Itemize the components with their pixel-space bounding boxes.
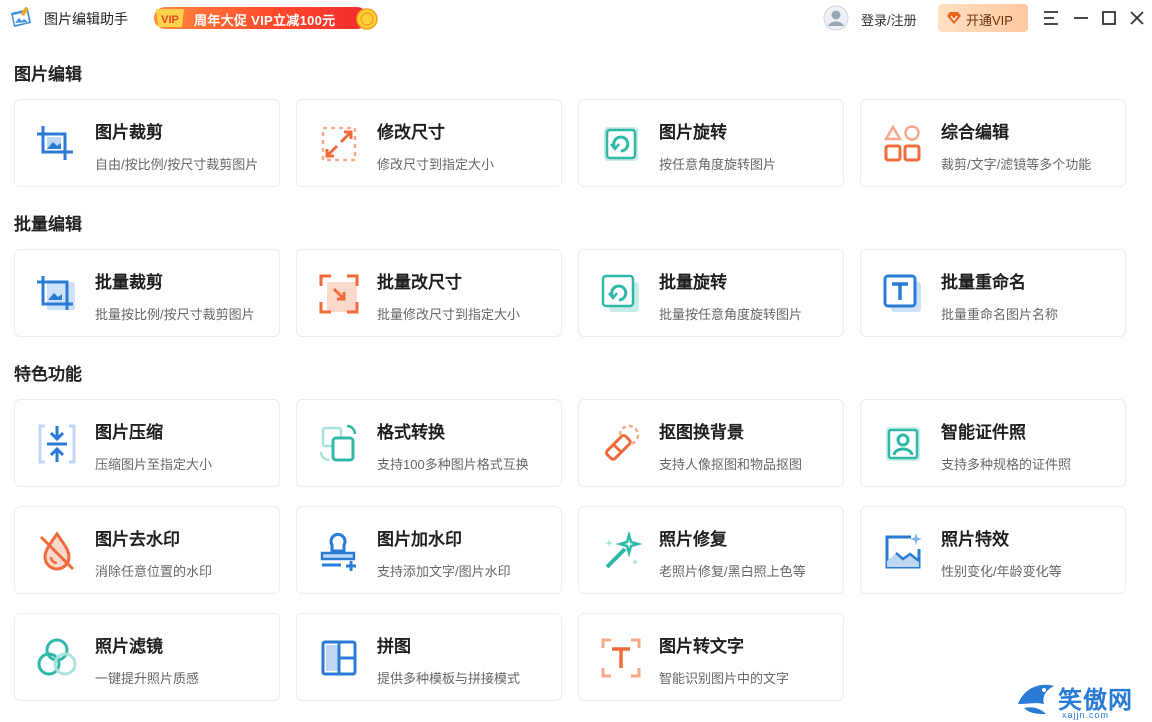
card-desc: 批量按比例/按尺寸裁剪图片 xyxy=(95,307,255,322)
card-desc: 提供多种模板与拼接模式 xyxy=(377,671,521,686)
photo-effect-icon xyxy=(881,529,925,573)
card-compress[interactable]: 图片压缩 压缩图片至指定大小 xyxy=(14,399,280,487)
card-desc: 批量修改尺寸到指定大小 xyxy=(377,307,521,322)
id-photo-icon xyxy=(881,422,925,466)
card-title: 抠图换背景 xyxy=(659,423,744,442)
card-image-crop[interactable]: 图片裁剪 自由/按比例/按尺寸裁剪图片 xyxy=(14,99,280,187)
card-desc: 压缩图片至指定大小 xyxy=(95,457,213,472)
batch-rename-icon xyxy=(881,272,925,316)
batch-resize-icon xyxy=(317,272,361,316)
login-link[interactable]: 登录/注册 xyxy=(861,10,917,29)
card-title: 拼图 xyxy=(377,637,411,656)
magic-wand-icon xyxy=(599,529,643,573)
open-vip-label: 开通VIP xyxy=(966,13,1013,28)
card-remove-watermark[interactable]: 图片去水印 消除任意位置的水印 xyxy=(14,506,280,594)
card-title: 照片特效 xyxy=(941,530,1009,549)
card-title: 图片转文字 xyxy=(659,637,744,656)
card-desc: 性别变化/年龄变化等 xyxy=(941,564,1062,579)
card-photo-filter[interactable]: 照片滤镜 一键提升照片质感 xyxy=(14,613,280,701)
add-watermark-icon xyxy=(317,529,361,573)
diamond-icon xyxy=(946,11,962,25)
title-bar: 图片编辑助手 VIP 周年大促 VIP立减100元 登录/注册 开通VIP xyxy=(0,0,1152,36)
menu-icon[interactable] xyxy=(1041,8,1061,28)
card-batch-rotate[interactable]: 批量旋转 批量按任意角度旋转图片 xyxy=(578,249,844,337)
card-title: 图片加水印 xyxy=(377,530,462,549)
crop-icon xyxy=(35,122,79,166)
compress-icon xyxy=(35,422,79,466)
card-title: 修改尺寸 xyxy=(377,123,445,142)
card-title: 图片压缩 xyxy=(95,423,163,442)
maximize-icon[interactable] xyxy=(1099,8,1119,28)
card-image-to-text[interactable]: 图片转文字 智能识别图片中的文字 xyxy=(578,613,844,701)
shapes-icon xyxy=(881,122,925,166)
card-title: 图片去水印 xyxy=(95,530,180,549)
section-title-image-edit: 图片编辑 xyxy=(14,65,82,84)
rotate-icon xyxy=(599,122,643,166)
batch-rotate-icon xyxy=(599,272,643,316)
remove-watermark-icon xyxy=(35,529,79,573)
app-logo-icon xyxy=(8,6,34,30)
card-desc: 一键提升照片质感 xyxy=(95,671,200,686)
card-desc: 批量重命名图片名称 xyxy=(941,307,1059,322)
user-avatar-icon[interactable] xyxy=(823,5,849,31)
vip-badge-icon: VIP xyxy=(152,5,188,31)
card-desc: 批量按任意角度旋转图片 xyxy=(659,307,803,322)
card-desc: 消除任意位置的水印 xyxy=(95,564,213,579)
section-title-batch-edit: 批量编辑 xyxy=(14,215,82,234)
card-desc: 支持100多种图片格式互换 xyxy=(377,457,529,472)
card-title: 格式转换 xyxy=(377,423,445,442)
card-photo-effects[interactable]: 照片特效 性别变化/年龄变化等 xyxy=(860,506,1126,594)
card-add-watermark[interactable]: 图片加水印 支持添加文字/图片水印 xyxy=(296,506,562,594)
card-title: 照片滤镜 xyxy=(95,637,163,656)
card-batch-rename[interactable]: 批量重命名 批量重命名图片名称 xyxy=(860,249,1126,337)
promo-banner[interactable]: VIP 周年大促 VIP立减100元 xyxy=(152,5,380,31)
card-title: 批量旋转 xyxy=(659,273,727,292)
card-collage[interactable]: 拼图 提供多种模板与拼接模式 xyxy=(296,613,562,701)
card-title: 智能证件照 xyxy=(941,423,1026,442)
card-desc: 支持多种规格的证件照 xyxy=(941,457,1072,472)
coin-icon xyxy=(356,8,378,30)
eraser-icon xyxy=(599,422,643,466)
card-general-edit[interactable]: 综合编辑 裁剪/文字/滤镜等多个功能 xyxy=(860,99,1126,187)
format-convert-icon xyxy=(317,422,361,466)
card-title: 批量裁剪 xyxy=(95,273,163,292)
card-title: 综合编辑 xyxy=(941,123,1009,142)
minimize-icon[interactable] xyxy=(1071,8,1091,28)
resize-icon xyxy=(317,122,361,166)
card-batch-resize[interactable]: 批量改尺寸 批量修改尺寸到指定大小 xyxy=(296,249,562,337)
collage-icon xyxy=(317,636,361,680)
card-cutout-background[interactable]: 抠图换背景 支持人像抠图和物品抠图 xyxy=(578,399,844,487)
card-rotate[interactable]: 图片旋转 按任意角度旋转图片 xyxy=(578,99,844,187)
svg-text:VIP: VIP xyxy=(161,14,179,26)
card-photo-restore[interactable]: 照片修复 老照片修复/黑白照上色等 xyxy=(578,506,844,594)
card-batch-crop[interactable]: 批量裁剪 批量按比例/按尺寸裁剪图片 xyxy=(14,249,280,337)
app-title: 图片编辑助手 xyxy=(44,11,128,27)
filter-icon xyxy=(35,636,79,680)
card-desc: 支持人像抠图和物品抠图 xyxy=(659,457,803,472)
close-icon[interactable] xyxy=(1127,8,1147,28)
card-desc: 支持添加文字/图片水印 xyxy=(377,564,511,579)
card-title: 照片修复 xyxy=(659,530,727,549)
promo-text: 周年大促 VIP立减100元 xyxy=(194,13,336,28)
watermark-sub: xajjn.com xyxy=(1062,710,1110,720)
card-title: 图片旋转 xyxy=(659,123,727,142)
card-format-convert[interactable]: 格式转换 支持100多种图片格式互换 xyxy=(296,399,562,487)
open-vip-button[interactable]: 开通VIP xyxy=(938,4,1028,32)
card-resize[interactable]: 修改尺寸 修改尺寸到指定大小 xyxy=(296,99,562,187)
batch-crop-icon xyxy=(35,272,79,316)
ocr-text-icon xyxy=(599,636,643,680)
card-desc: 按任意角度旋转图片 xyxy=(659,157,777,172)
card-title: 图片裁剪 xyxy=(95,123,163,142)
card-desc: 修改尺寸到指定大小 xyxy=(377,157,495,172)
card-title: 批量改尺寸 xyxy=(377,273,462,292)
section-title-featured: 特色功能 xyxy=(14,365,82,384)
card-title: 批量重命名 xyxy=(941,273,1026,292)
card-desc: 自由/按比例/按尺寸裁剪图片 xyxy=(95,157,259,172)
card-desc: 智能识别图片中的文字 xyxy=(659,671,790,686)
card-desc: 老照片修复/黑白照上色等 xyxy=(659,564,806,579)
card-desc: 裁剪/文字/滤镜等多个功能 xyxy=(941,157,1092,172)
card-id-photo[interactable]: 智能证件照 支持多种规格的证件照 xyxy=(860,399,1126,487)
